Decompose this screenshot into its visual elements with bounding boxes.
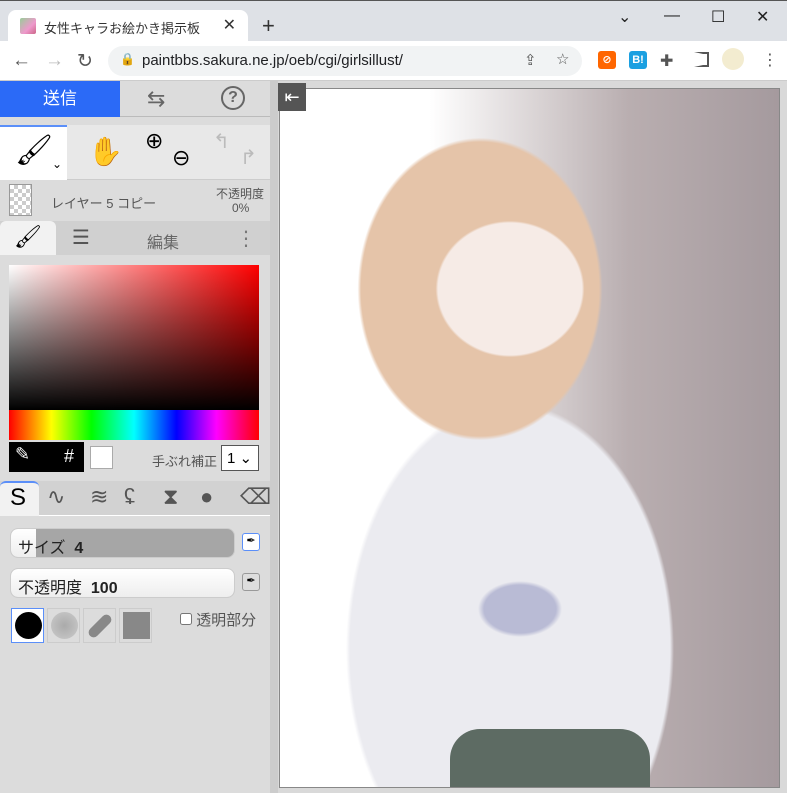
panel-tabs: 🖌 ☰ 編集 ⋮ (0, 221, 270, 255)
stabilizer-value: 1 (227, 450, 236, 467)
minimize-icon[interactable]: — (664, 7, 680, 25)
tip-square[interactable] (119, 608, 152, 643)
fill-tool-icon[interactable]: ⧗ (163, 484, 178, 510)
lock-icon: 🔒 (120, 52, 135, 66)
hex-input-button[interactable]: # (64, 446, 74, 467)
extension-icon[interactable]: ⊘ (598, 51, 616, 69)
maximize-icon[interactable]: ☐ (711, 7, 725, 27)
forward-icon[interactable]: → (45, 50, 64, 72)
stabilizer-select[interactable]: 1 ⌄ (221, 445, 259, 471)
address-bar-row: ← → ↻ 🔒 paintbbs.sakura.ne.jp/oeb/cgi/gi… (0, 41, 787, 81)
url-field[interactable]: 🔒 paintbbs.sakura.ne.jp/oeb/cgi/girlsill… (108, 46, 582, 76)
menu-dots-icon[interactable]: ⋮ (762, 50, 778, 70)
layer-opacity-value: 0% (232, 201, 250, 215)
profile-avatar[interactable] (722, 48, 744, 70)
tab-edit[interactable]: 編集 (147, 229, 179, 253)
redo-icon[interactable]: ↱ (240, 145, 257, 170)
hatena-bookmark-icon[interactable]: B! (629, 51, 647, 69)
url-text: paintbbs.sakura.ne.jp/oeb/cgi/girlsillus… (142, 52, 403, 69)
tab-brush[interactable]: 🖌 (0, 221, 56, 255)
opacity-pressure-toggle[interactable]: ✒ (242, 573, 260, 591)
opacity-label: 不透明度 100 (18, 580, 118, 597)
hue-slider[interactable] (9, 410, 259, 440)
size-slider[interactable]: サイズ 4 (10, 528, 235, 558)
color-saturation-picker[interactable] (9, 265, 259, 410)
reload-icon[interactable]: ↻ (77, 50, 93, 73)
blur-brush-icon[interactable]: ∿ (47, 484, 65, 510)
undo-icon[interactable]: ↰ (213, 129, 230, 154)
layer-name: レイヤー 5 コピー (51, 196, 157, 211)
swap-icon[interactable]: ⇆ (147, 86, 165, 112)
new-tab-button[interactable]: + (262, 13, 275, 39)
brush-types: S ∿ ≋ ʢ ⧗ ● ⌫ (0, 481, 271, 516)
brush-icon: 🖌 (14, 224, 42, 249)
close-window-icon[interactable]: ✕ (756, 7, 769, 27)
side-panel-icon[interactable] (694, 52, 709, 67)
paint-tool-panel: 送信 ⇆ ? 🖌 ⌄ ✋ ⊕ ⊖ ↰ ↱ レイヤー 5 コピー 不透明度 0% … (0, 81, 271, 793)
pen-tool-button[interactable]: 🖌 ⌄ (0, 125, 67, 180)
tab-title: 女性キャラお絵かき掲示板 (44, 21, 201, 36)
favicon-icon (20, 18, 36, 34)
tab-strip: 女性キャラお絵かき掲示板 ✕ + ⌄ — ☐ ✕ (0, 0, 787, 42)
top-buttons: 送信 ⇆ ? (0, 81, 270, 117)
tip-circle[interactable] (11, 608, 44, 643)
panel-scrollbar[interactable] (270, 81, 278, 793)
pen-stroke-icon: S (10, 484, 27, 511)
secondary-color[interactable] (90, 446, 113, 469)
drawing-canvas[interactable] (279, 88, 780, 788)
size-pressure-toggle[interactable]: ✒ (242, 533, 260, 551)
hand-tool-icon[interactable]: ✋ (88, 135, 123, 168)
transparent-checkbox[interactable]: 透明部分 (180, 609, 256, 630)
extensions-puzzle-icon[interactable]: ✚ (660, 51, 673, 71)
smudge-icon[interactable]: ● (200, 484, 213, 510)
canvas-area: ⇤ (278, 81, 787, 793)
tab-layers[interactable]: ☰ (72, 225, 90, 250)
tip-line[interactable] (83, 608, 116, 643)
tip-blur[interactable] (47, 608, 80, 643)
pixel-brush-icon[interactable]: ʢ (124, 484, 135, 510)
more-icon[interactable]: ⋮ (236, 226, 256, 251)
eraser-icon[interactable]: ⌫ (240, 484, 271, 510)
tool-row: 🖌 ⌄ ✋ ⊕ ⊖ ↰ ↱ (0, 125, 270, 180)
help-icon[interactable]: ? (221, 86, 245, 110)
chevron-down-icon: ⌄ (52, 157, 63, 171)
opacity-slider[interactable]: 不透明度 100 (10, 568, 235, 598)
transparent-label: 透明部分 (196, 612, 257, 629)
collapse-panel-icon[interactable]: ⇤ (278, 83, 306, 111)
close-tab-icon[interactable]: ✕ (223, 15, 236, 35)
layer-opacity-label: 不透明度 (216, 187, 265, 201)
texture-brush-icon[interactable]: ≋ (90, 484, 108, 510)
stabilizer-label: 手ぶれ補正 (152, 454, 218, 469)
browser-tab[interactable]: 女性キャラお絵かき掲示板 ✕ (8, 10, 248, 42)
eyedropper-icon[interactable]: ✎ (15, 444, 30, 465)
back-icon[interactable]: ← (12, 50, 31, 72)
tab-search-icon[interactable]: ⌄ (618, 7, 631, 27)
zoom-in-icon[interactable]: ⊕ (145, 128, 163, 154)
layer-row[interactable]: レイヤー 5 コピー 不透明度 0% (0, 181, 270, 221)
zoom-out-icon[interactable]: ⊖ (172, 145, 190, 171)
send-button[interactable]: 送信 (0, 81, 120, 117)
current-color[interactable]: ✎ # (9, 442, 84, 472)
artwork-skirt (450, 729, 650, 787)
star-icon[interactable]: ☆ (556, 50, 569, 68)
brush-pen[interactable]: S (0, 481, 39, 516)
share-icon[interactable]: ⇪ (524, 51, 537, 69)
layer-thumbnail (9, 184, 32, 216)
brush-icon: 🖌 (15, 134, 54, 167)
size-label: サイズ 4 (18, 540, 84, 557)
